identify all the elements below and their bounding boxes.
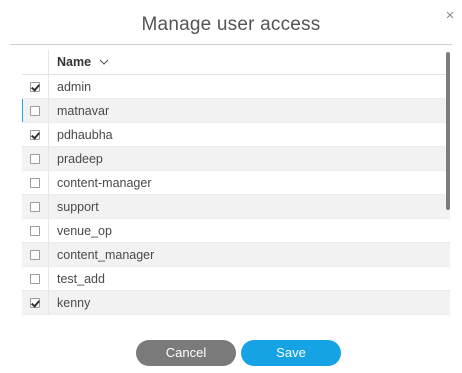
row-checkbox[interactable]: [30, 153, 40, 164]
table-row[interactable]: test_add: [22, 267, 450, 291]
table-row[interactable]: content_manager: [22, 243, 450, 267]
row-check-cell: [22, 99, 49, 122]
save-button[interactable]: Save: [241, 340, 341, 366]
table-row[interactable]: admin: [22, 75, 450, 99]
row-checkbox[interactable]: [30, 81, 40, 92]
row-checkbox[interactable]: [30, 129, 40, 140]
chevron-down-icon[interactable]: [99, 57, 109, 67]
row-checkbox[interactable]: [30, 177, 40, 188]
user-name: support: [57, 199, 99, 214]
scrollbar-thumb[interactable]: [446, 52, 450, 210]
close-icon[interactable]: ×: [442, 8, 458, 24]
row-checkbox[interactable]: [30, 225, 40, 236]
user-name: matnavar: [57, 103, 110, 118]
table-row[interactable]: content-manager: [22, 171, 450, 195]
name-column-label: Name: [57, 55, 92, 69]
user-name: test_add: [57, 271, 105, 286]
user-name: pradeep: [57, 151, 103, 166]
row-checkbox[interactable]: [30, 105, 40, 116]
row-check-cell: [22, 147, 49, 170]
cancel-button[interactable]: Cancel: [136, 340, 236, 366]
table-row[interactable]: venue_op: [22, 219, 450, 243]
row-checkbox[interactable]: [30, 297, 40, 308]
user-name: pdhaubha: [57, 127, 113, 142]
user-name: admin: [57, 79, 92, 94]
row-check-cell: [22, 291, 49, 314]
row-check-cell: [22, 75, 49, 98]
table-row[interactable]: support: [22, 195, 450, 219]
row-checkbox[interactable]: [30, 273, 40, 284]
scrollbar[interactable]: [446, 50, 450, 315]
table-row[interactable]: pdhaubha: [22, 123, 450, 147]
row-check-cell: [22, 171, 49, 194]
user-name: venue_op: [57, 223, 112, 238]
row-check-cell: [22, 219, 49, 242]
name-column-header[interactable]: Name: [49, 55, 109, 69]
row-check-cell: [22, 267, 49, 290]
user-name: content-manager: [57, 175, 152, 190]
row-check-cell: [22, 195, 49, 218]
row-check-cell: [22, 243, 49, 266]
header-check-cell: [22, 50, 49, 74]
table-header-row: Name: [22, 50, 450, 75]
table-row[interactable]: pradeep: [22, 147, 450, 171]
row-checkbox[interactable]: [30, 201, 40, 212]
title-divider: [10, 44, 452, 45]
row-check-cell: [22, 123, 49, 146]
manage-user-access-dialog: Manage user access × Name admin matnavar p…: [0, 0, 462, 373]
user-name: kenny: [57, 295, 91, 310]
row-focus-indicator: [22, 99, 23, 122]
user-table[interactable]: Name admin matnavar pdhaubha pradeep content…: [22, 50, 450, 315]
table-row[interactable]: matnavar: [22, 99, 450, 123]
dialog-title: Manage user access: [141, 14, 321, 35]
row-checkbox[interactable]: [30, 249, 40, 260]
table-row[interactable]: kenny: [22, 291, 450, 315]
user-name: content_manager: [57, 247, 155, 262]
